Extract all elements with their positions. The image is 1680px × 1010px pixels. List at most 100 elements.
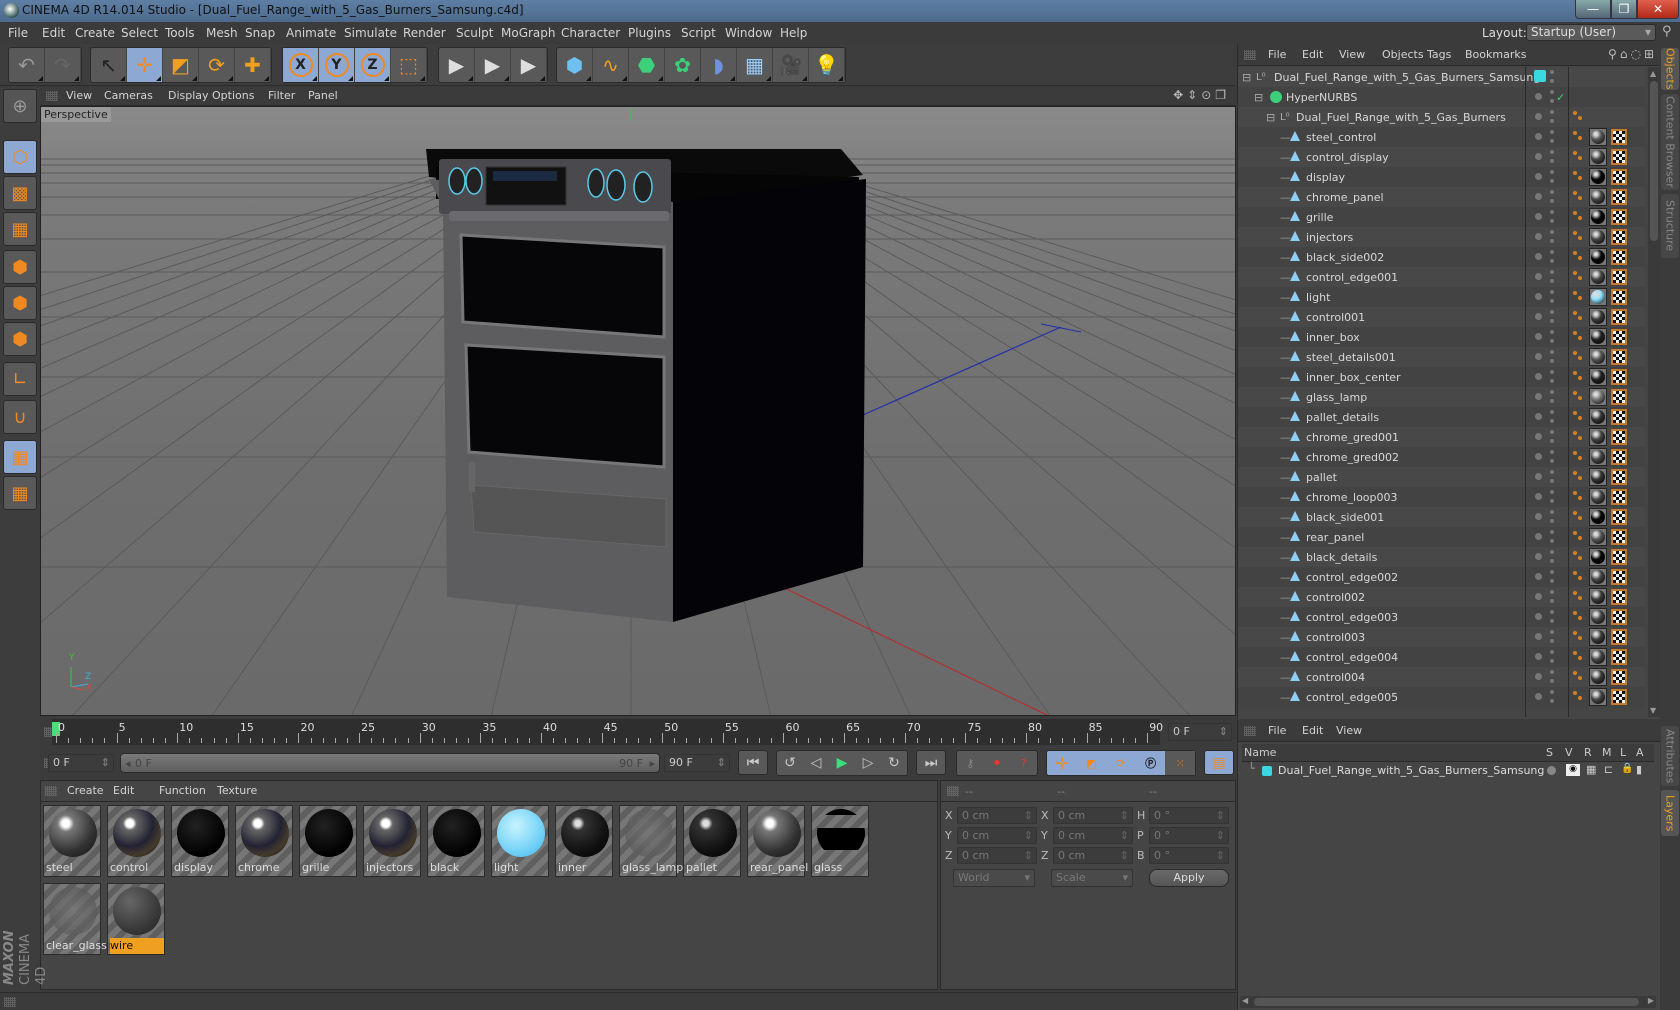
autokey-button[interactable]: ⏺	[984, 751, 1011, 775]
object-list-scrollbar[interactable]: ▲ ▼	[1648, 67, 1660, 717]
object-menu-view[interactable]: View	[1339, 48, 1365, 61]
floor-button[interactable]: ▦	[737, 48, 773, 82]
material-grille[interactable]: grille	[299, 805, 357, 877]
uvw-tag-icon[interactable]	[1611, 329, 1627, 345]
uvw-tag-icon[interactable]	[1611, 409, 1627, 425]
editor-visibility-dot[interactable]	[1550, 670, 1554, 674]
material-tag-icon[interactable]	[1589, 428, 1607, 446]
layer-dot[interactable]	[1535, 353, 1542, 360]
editor-visibility-dot[interactable]	[1550, 210, 1554, 214]
layer-dot[interactable]	[1535, 693, 1542, 700]
prev-frame-button[interactable]: ◁	[803, 751, 829, 775]
layer-row[interactable]: └ Dual_Fuel_Range_with_5_Gas_Burners_Sam…	[1242, 762, 1654, 780]
stepper-icon[interactable]: ⇕	[1024, 828, 1033, 843]
material-menu-texture[interactable]: Texture	[217, 784, 257, 797]
layer-column-v[interactable]: V	[1565, 746, 1573, 759]
layer-column-m[interactable]: M	[1602, 746, 1612, 759]
snap-magnet-button[interactable]: ∪	[3, 400, 37, 434]
editor-visibility-dot[interactable]	[1550, 130, 1554, 134]
material-tag-icon[interactable]	[1589, 388, 1607, 406]
layer-dot[interactable]	[1535, 653, 1542, 660]
render-visibility-dot[interactable]	[1550, 279, 1554, 283]
material-steel[interactable]: steel	[43, 805, 101, 877]
material-tag-icon[interactable]	[1589, 528, 1607, 546]
tab-structure[interactable]: Structure	[1661, 194, 1679, 258]
end-frame-field[interactable]: 90 F ⇕	[664, 754, 730, 772]
object-row[interactable]: — pallet	[1238, 467, 1645, 487]
object-row[interactable]: — control_edge005	[1238, 687, 1645, 707]
phong-tag-icon[interactable]	[1573, 311, 1577, 315]
phong-tag-icon[interactable]	[1573, 551, 1577, 555]
layer-dot[interactable]	[1535, 253, 1542, 260]
menu-window[interactable]: Window	[725, 26, 772, 40]
material-control[interactable]: control	[107, 805, 165, 877]
material-tag-icon[interactable]	[1589, 488, 1607, 506]
object-row[interactable]: ⊟ L⁰ Dual_Fuel_Range_with_5_Gas_Burners	[1238, 107, 1645, 127]
menu-help[interactable]: Help	[780, 26, 807, 40]
scroll-down-icon[interactable]: ▼	[1650, 706, 1656, 715]
layer-column-a[interactable]: A	[1636, 746, 1644, 759]
editor-visibility-dot[interactable]	[1550, 390, 1554, 394]
layer-dot[interactable]	[1535, 533, 1542, 540]
material-tag-icon[interactable]	[1589, 328, 1607, 346]
uvw-tag-icon[interactable]	[1611, 629, 1627, 645]
object-row[interactable]: — light	[1238, 287, 1645, 307]
layer-dot[interactable]	[1535, 633, 1542, 640]
view-rotate-icon[interactable]: ⊕	[3, 89, 37, 123]
material-light[interactable]: light	[491, 805, 549, 877]
layer-dot[interactable]	[1535, 113, 1542, 120]
layer-menu-view[interactable]: View	[1336, 724, 1362, 737]
object-row[interactable]: — chrome_gred001	[1238, 427, 1645, 447]
uvw-tag-icon[interactable]	[1611, 529, 1627, 545]
viewport-menu-cameras[interactable]: Cameras	[104, 89, 153, 102]
render-visibility-dot[interactable]	[1550, 359, 1554, 363]
uvw-tag-icon[interactable]	[1611, 589, 1627, 605]
object-row[interactable]: — control003	[1238, 627, 1645, 647]
key-rotation-button[interactable]: ⟳	[1106, 751, 1136, 775]
prev-key-button[interactable]: ↺	[777, 751, 803, 775]
uvw-tag-icon[interactable]	[1611, 229, 1627, 245]
stove-model[interactable]	[426, 149, 866, 622]
polygons-mode-button[interactable]: ⬢	[3, 322, 37, 356]
live-selection-button[interactable]: ↖	[91, 48, 127, 82]
material-tag-icon[interactable]	[1589, 368, 1607, 386]
material-tag-icon[interactable]	[1589, 448, 1607, 466]
phong-tag-icon[interactable]	[1573, 371, 1577, 375]
collapse-icon[interactable]: ⊟	[1242, 71, 1251, 84]
material-tag-icon[interactable]	[1589, 128, 1607, 146]
manager-hierarchy-icon[interactable]: ⊏	[1604, 763, 1613, 776]
phong-tag-icon[interactable]	[1573, 571, 1577, 575]
object-row[interactable]: — black_details	[1238, 547, 1645, 567]
uvw-tag-icon[interactable]	[1611, 489, 1627, 505]
menu-character[interactable]: Character	[561, 26, 620, 40]
stepper-icon[interactable]: ⇕	[1120, 828, 1129, 843]
object-row[interactable]: — steel_control	[1238, 127, 1645, 147]
uvw-tag-icon[interactable]	[1611, 469, 1627, 485]
object-row[interactable]: — control_edge003	[1238, 607, 1645, 627]
key-scale-button[interactable]: ◩	[1077, 751, 1107, 775]
layer-dot[interactable]	[1535, 493, 1542, 500]
layer-dot[interactable]	[1535, 393, 1542, 400]
viewport-nav-icons[interactable]: ✥⇕⊙❐	[1173, 88, 1230, 102]
editor-visibility-dot[interactable]	[1550, 630, 1554, 634]
material-injectors[interactable]: injectors	[363, 805, 421, 877]
editor-visibility-dot[interactable]	[1550, 530, 1554, 534]
editor-visibility-dot[interactable]	[1550, 230, 1554, 234]
material-tag-icon[interactable]	[1589, 248, 1607, 266]
timeline-window-button[interactable]: ▤	[1204, 750, 1234, 775]
layer-dot[interactable]	[1535, 433, 1542, 440]
layer-dot[interactable]	[1535, 593, 1542, 600]
start-frame-field[interactable]: 0 F ⇕	[48, 754, 114, 772]
material-tag-icon[interactable]	[1589, 168, 1607, 186]
menu-snap[interactable]: Snap	[245, 26, 275, 40]
frame-range-slider[interactable]: ◂ 0 F 90 F ▸	[120, 753, 660, 773]
phong-tag-icon[interactable]	[1573, 631, 1577, 635]
phong-tag-icon[interactable]	[1573, 591, 1577, 595]
rotate-button[interactable]: ⟳	[199, 48, 235, 82]
coordinate-mode-select[interactable]: Scale ▾	[1051, 869, 1133, 887]
material-menu-function[interactable]: Function	[159, 784, 206, 797]
object-row[interactable]: — control001	[1238, 307, 1645, 327]
uvw-tag-icon[interactable]	[1611, 669, 1627, 685]
material-tag-icon[interactable]	[1589, 548, 1607, 566]
phong-tag-icon[interactable]	[1573, 451, 1577, 455]
